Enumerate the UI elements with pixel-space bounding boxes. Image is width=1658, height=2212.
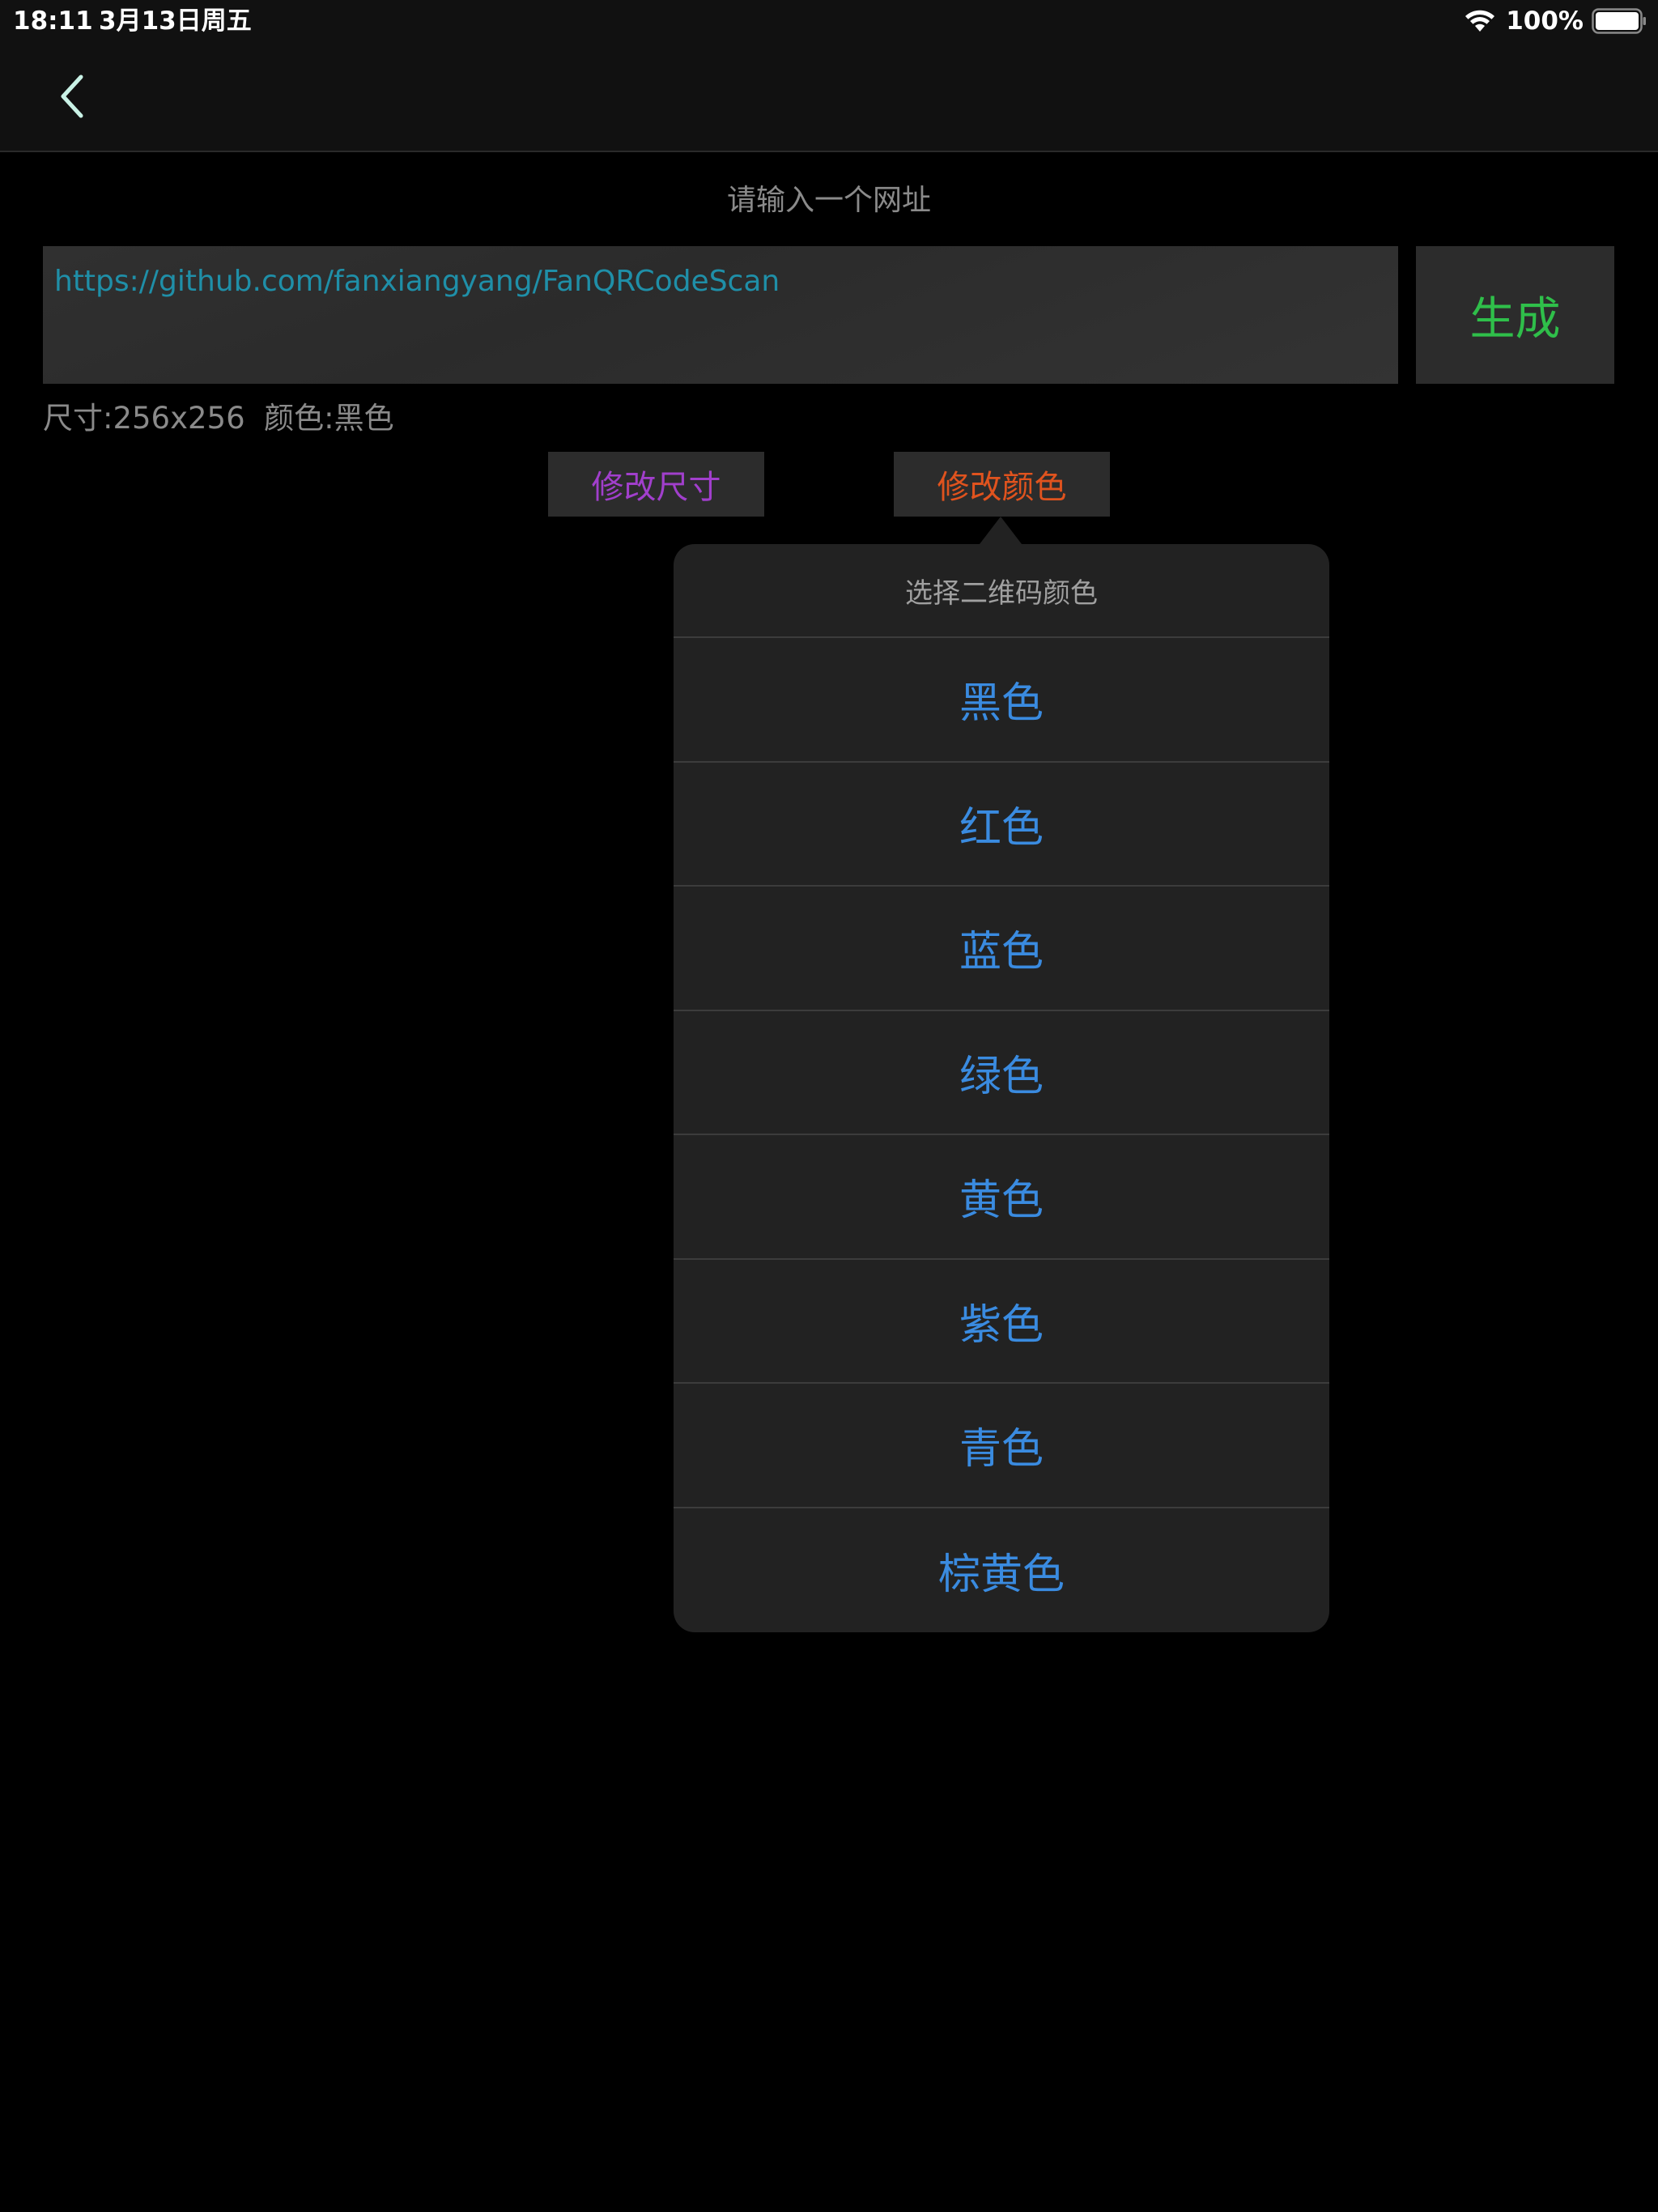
color-option-purple[interactable]: 紫色 xyxy=(674,1260,1329,1384)
color-option-cyan[interactable]: 青色 xyxy=(674,1384,1329,1508)
battery-percentage: 100% xyxy=(1506,6,1584,36)
wifi-icon xyxy=(1465,10,1495,32)
status-bar: 18:11 3月13日周五 100% xyxy=(0,0,1658,42)
color-option-black[interactable]: 黑色 xyxy=(674,638,1329,763)
popover-title: 选择二维码颜色 xyxy=(674,544,1329,638)
qr-info-text: 尺寸:256x256 颜色:黑色 xyxy=(43,401,394,436)
url-prompt-label: 请输入一个网址 xyxy=(726,184,931,217)
status-indicators: 100% xyxy=(1464,5,1647,37)
color-picker-popover: 选择二维码颜色 黑色 红色 蓝色 绿色 黄色 紫色 青色 棕黄色 xyxy=(674,544,1329,1632)
navigation-bar xyxy=(0,42,1658,152)
color-option-yellow[interactable]: 黄色 xyxy=(674,1135,1329,1260)
color-option-red[interactable]: 红色 xyxy=(674,763,1329,887)
url-input[interactable]: https://github.com/fanxiangyang/FanQRCod… xyxy=(43,246,1398,384)
chevron-left-icon xyxy=(61,74,83,118)
generate-button[interactable]: 生成 xyxy=(1416,246,1614,384)
back-button[interactable] xyxy=(49,70,100,122)
change-color-button[interactable]: 修改颜色 xyxy=(894,452,1110,517)
status-date: 3月13日周五 xyxy=(99,6,252,36)
battery-icon xyxy=(1592,8,1646,34)
color-option-green[interactable]: 绿色 xyxy=(674,1011,1329,1135)
popover-arrow xyxy=(980,517,1022,544)
status-time: 18:11 xyxy=(13,6,93,36)
change-size-button[interactable]: 修改尺寸 xyxy=(548,452,764,517)
color-option-brown-yellow[interactable]: 棕黄色 xyxy=(674,1508,1329,1633)
color-option-blue[interactable]: 蓝色 xyxy=(674,887,1329,1011)
